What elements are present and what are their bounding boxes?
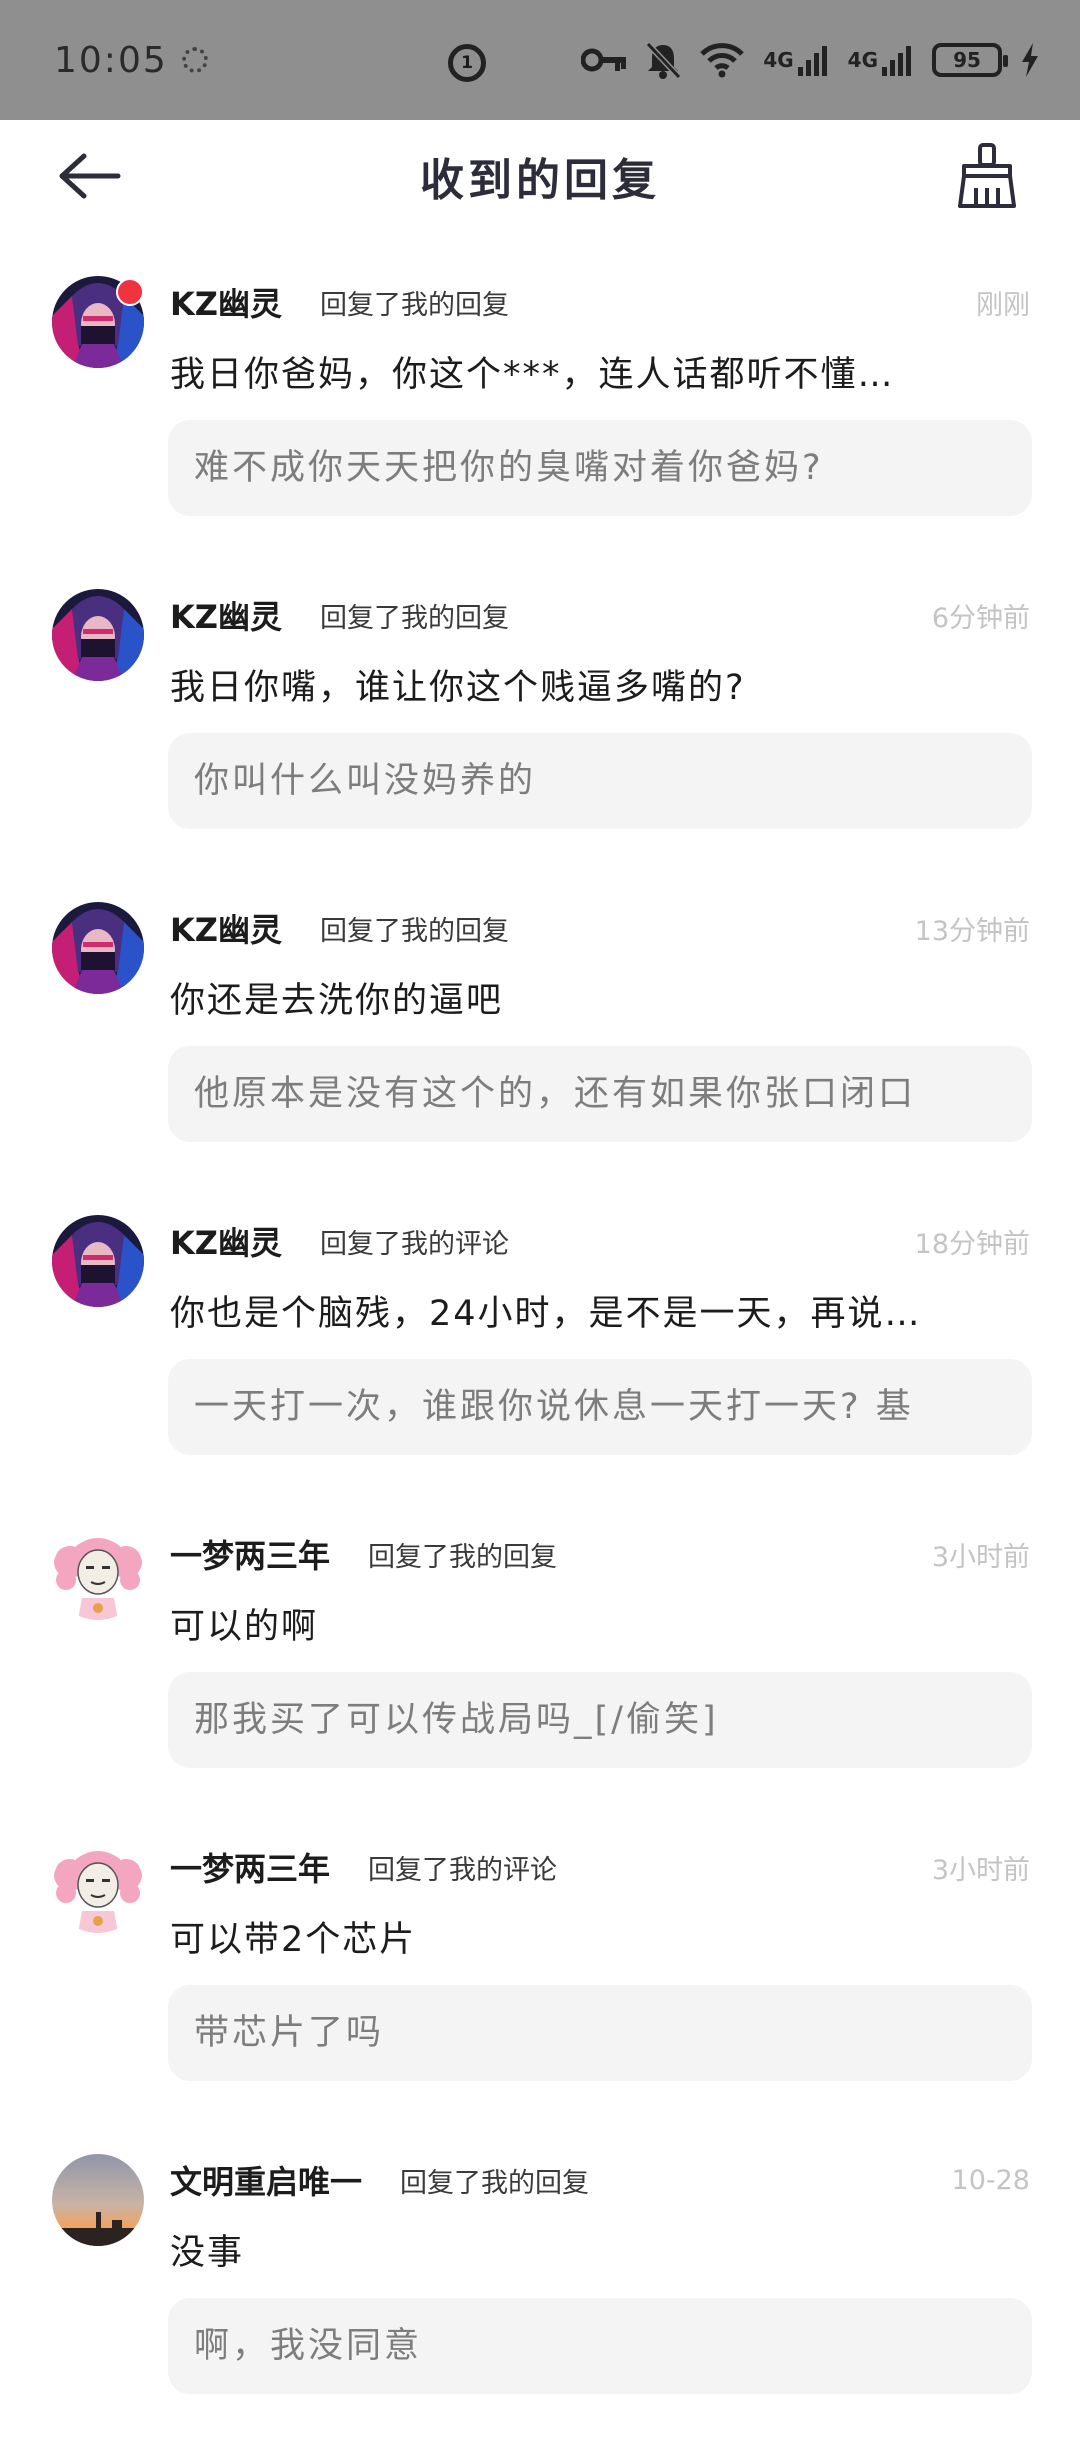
username[interactable]: KZ幽灵 [170,1218,282,1264]
reply-time: 3小时前 [931,1541,1030,1573]
reply-action: 回复了我的评论 [320,1228,510,1260]
notification-badge-icon: 1 [448,44,486,82]
quoted-message[interactable]: 一天打一次，谁跟你说休息一天打一天? 基 [168,1359,1032,1455]
reply-time: 3小时前 [931,1854,1030,1886]
header: 收到的回复 [0,120,1080,232]
network-type-label: 4G [847,48,878,72]
pink-hair-avatar[interactable] [52,1528,144,1620]
reply-list: KZ幽灵 回复了我的回复 刚刚 我日你爸妈，你这个***，连人话都听不懂… 难不… [0,250,1080,2441]
key-icon [581,45,627,75]
reply-action: 回复了我的回复 [320,289,510,321]
reply-time: 18分钟前 [914,1228,1030,1260]
clear-all-button[interactable] [956,142,1018,210]
reply-item[interactable]: 文明重启唯一 回复了我的回复 10-28 没事 啊，我没同意 [0,2128,1080,2441]
reply-content[interactable]: 可以带2个芯片 [170,1911,1030,1962]
page-title: 收到的回复 [420,155,660,206]
pink-hair-avatar[interactable] [52,1841,144,1933]
reply-content[interactable]: 你也是个脑残，24小时，是不是一天，再说… [170,1285,1030,1336]
username[interactable]: 一梦两三年 [170,1531,330,1577]
reply-action: 回复了我的回复 [368,1541,558,1573]
reply-meta: KZ幽灵 回复了我的回复 刚刚 [170,280,1030,324]
wifi-icon [699,42,745,78]
status-time: 10:05 [54,39,168,81]
bell-off-icon [645,41,682,79]
reply-item[interactable]: KZ幽灵 回复了我的回复 刚刚 我日你爸妈，你这个***，连人话都听不懂… 难不… [0,250,1080,563]
reply-item[interactable]: 一梦两三年 回复了我的评论 3小时前 可以带2个芯片 带芯片了吗 [0,1815,1080,2128]
status-icons: 4G 4G 95 [581,40,1040,80]
reply-time: 10-28 [951,2164,1030,2196]
quoted-message[interactable]: 他原本是没有这个的，还有如果你张口闭口 [168,1046,1032,1142]
username[interactable]: 文明重启唯一 [170,2157,362,2203]
quoted-message[interactable]: 难不成你天天把你的臭嘴对着你爸妈? [168,420,1032,516]
reply-meta: 文明重启唯一 回复了我的回复 10-28 [170,2158,1030,2202]
reply-action: 回复了我的回复 [320,915,510,947]
sync-icon [181,47,208,73]
reply-item[interactable]: 一梦两三年 回复了我的回复 3小时前 可以的啊 那我买了可以传战局吗_[/偷笑] [0,1502,1080,1815]
reply-meta: 一梦两三年 回复了我的评论 3小时前 [170,1845,1030,1889]
quoted-message[interactable]: 那我买了可以传战局吗_[/偷笑] [168,1672,1032,1768]
quoted-message[interactable]: 啊，我没同意 [168,2298,1032,2394]
reply-content[interactable]: 可以的啊 [170,1598,1030,1649]
network-type-label: 4G [763,48,794,72]
reply-action: 回复了我的评论 [368,1854,558,1886]
reply-item[interactable]: KZ幽灵 回复了我的评论 18分钟前 你也是个脑残，24小时，是不是一天，再说…… [0,1189,1080,1502]
quoted-message[interactable]: 带芯片了吗 [168,1985,1032,2081]
username[interactable]: KZ幽灵 [170,279,282,325]
username[interactable]: 一梦两三年 [170,1844,330,1890]
reply-meta: 一梦两三年 回复了我的回复 3小时前 [170,1532,1030,1576]
reply-meta: KZ幽灵 回复了我的回复 13分钟前 [170,906,1030,950]
battery-icon: 95 [932,43,1008,77]
sunset-avatar[interactable] [52,2154,144,2246]
masked-avatar[interactable] [52,589,144,681]
reply-action: 回复了我的回复 [320,602,510,634]
reply-meta: KZ幽灵 回复了我的回复 6分钟前 [170,593,1030,637]
reply-content[interactable]: 没事 [170,2224,1030,2275]
reply-meta: KZ幽灵 回复了我的评论 18分钟前 [170,1219,1030,1263]
charging-icon [1020,42,1040,78]
masked-avatar[interactable] [52,1215,144,1307]
reply-item[interactable]: KZ幽灵 回复了我的回复 6分钟前 我日你嘴，谁让你这个贱逼多嘴的? 你叫什么叫… [0,563,1080,876]
broom-icon [958,143,1016,208]
reply-item[interactable]: KZ幽灵 回复了我的回复 13分钟前 你还是去洗你的逼吧 他原本是没有这个的，还… [0,876,1080,1189]
reply-content[interactable]: 我日你爸妈，你这个***，连人话都听不懂… [170,346,1030,397]
reply-content[interactable]: 你还是去洗你的逼吧 [170,972,1030,1023]
unread-dot [116,278,144,306]
username[interactable]: KZ幽灵 [170,905,282,951]
reply-content[interactable]: 我日你嘴，谁让你这个贱逼多嘴的? [170,659,1030,710]
signal-icon: 4G [763,40,829,80]
signal-icon: 4G [848,40,914,80]
masked-avatar[interactable] [52,902,144,994]
reply-action: 回复了我的回复 [400,2167,590,2199]
username[interactable]: KZ幽灵 [170,592,282,638]
reply-time: 6分钟前 [931,602,1030,634]
quoted-message[interactable]: 你叫什么叫没妈养的 [168,733,1032,829]
reply-time: 13分钟前 [914,915,1030,947]
reply-time: 刚刚 [976,289,1030,321]
status-bar: 10:05 1 4G 4G 95 [0,0,1080,120]
